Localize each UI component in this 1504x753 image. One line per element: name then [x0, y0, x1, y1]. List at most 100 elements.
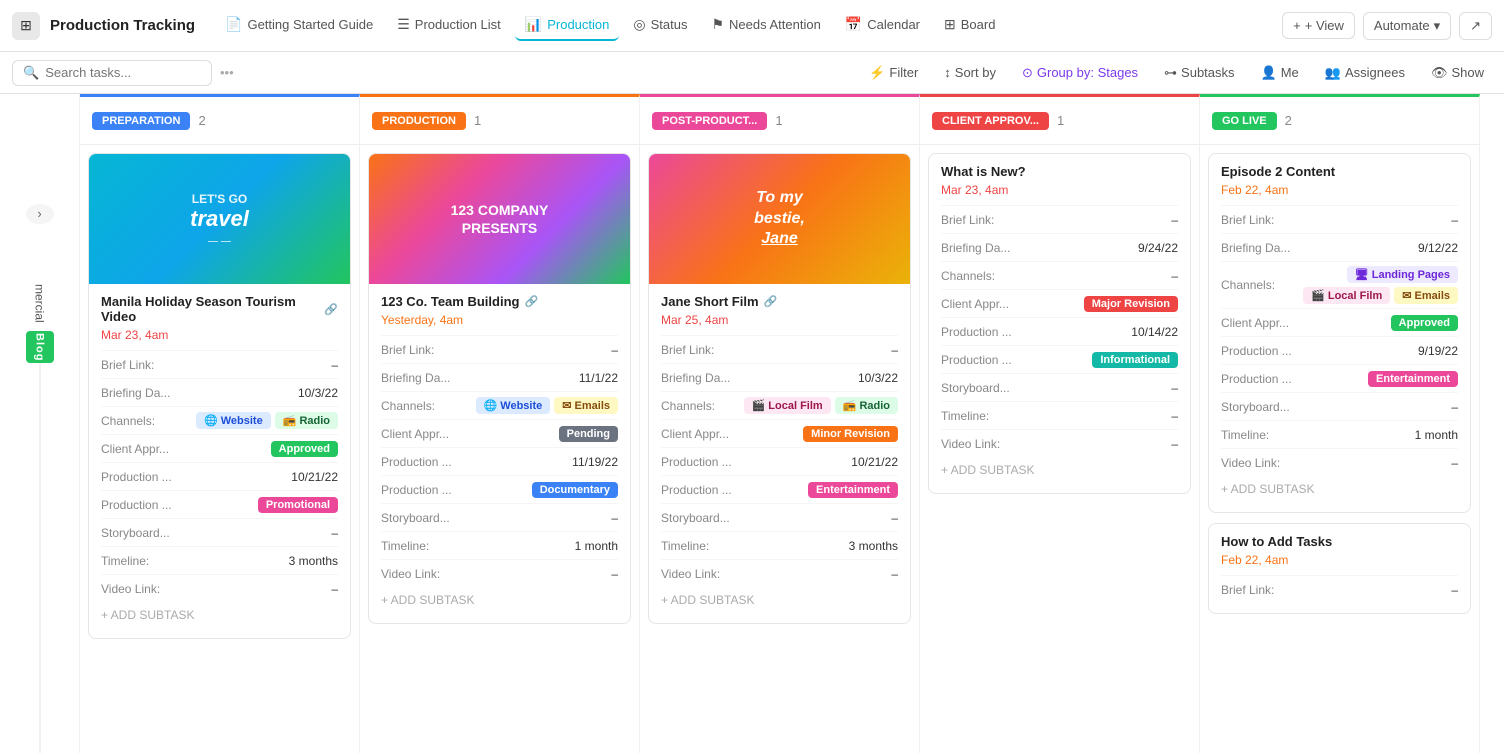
card-body-howtoadd: How to Add Tasks Feb 22, 4am Brief Link:…: [1209, 524, 1470, 613]
ep2-channels: Channels: 🖥 Landing Pages 🎬 Local Film ✉…: [1221, 261, 1458, 308]
me-button[interactable]: 👤 Me: [1253, 61, 1307, 85]
tab-production[interactable]: 📊 Production: [515, 10, 620, 41]
share-button[interactable]: ↗: [1459, 12, 1492, 40]
jane-brief: Brief Link: –: [661, 335, 898, 363]
123co-client: Client Appr... Pending: [381, 419, 618, 447]
card-what-is-new[interactable]: What is New? Mar 23, 4am Brief Link: – B…: [928, 153, 1191, 494]
assignees-button[interactable]: 👥 Assignees: [1317, 61, 1413, 85]
card-body-manila: Manila Holiday Season Tourism Video 🔗 Ma…: [89, 284, 350, 638]
view-button[interactable]: + + View: [1282, 12, 1355, 39]
howtoadd-brief: Brief Link: –: [1221, 575, 1458, 603]
col-production: PRODUCTION 1 123 COMPANYPRESENTS 123 Co.…: [360, 94, 640, 753]
website-tag: 🌐 Website: [196, 412, 271, 429]
toolbar-right: ⚡ Filter ↕ Sort by ⊙ Group by: Stages ⊶ …: [861, 61, 1492, 85]
sort-button[interactable]: ↕ Sort by: [936, 61, 1004, 84]
tab-status[interactable]: ◎ Status: [623, 10, 697, 41]
plus-icon: +: [1293, 18, 1301, 33]
jane-radio-tag: 📻 Radio: [835, 397, 898, 414]
jane-channels: Channels: 🎬 Local Film 📻 Radio: [661, 391, 898, 419]
manila-client-appr: Client Appr... Approved: [101, 434, 338, 462]
episode2-title: Episode 2 Content: [1221, 164, 1458, 179]
tab-board[interactable]: ⊞ Board: [934, 10, 1005, 41]
assignees-icon: 👥: [1325, 65, 1341, 81]
preparation-count: 2: [198, 113, 205, 128]
post-count: 1: [775, 113, 782, 128]
major-revision-tag: Major Revision: [1084, 296, 1178, 312]
filter-button[interactable]: ⚡ Filter: [861, 61, 926, 85]
manila-add-subtask[interactable]: + ADD SUBTASK: [101, 602, 338, 628]
tab-getting-started[interactable]: 📄 Getting Started Guide: [215, 10, 383, 41]
ep2-entertainment-tag: Entertainment: [1368, 371, 1458, 387]
nav-right: + + View Automate ▾ ↗: [1282, 12, 1492, 40]
manila-date: Mar 23, 4am: [101, 328, 338, 342]
col-header-preparation: PREPARATION 2: [80, 97, 359, 145]
ep2-prod-type: Production ... Entertainment: [1221, 364, 1458, 392]
123co-brief: Brief Link: –: [381, 335, 618, 363]
123co-channels: Channels: 🌐 Website ✉ Emails: [381, 391, 618, 419]
app-logo: ⊞: [12, 12, 40, 40]
manila-timeline: Timeline: 3 months: [101, 546, 338, 574]
manila-channels: Channels: 🌐 Website 📻 Radio: [101, 406, 338, 434]
approved-tag: Approved: [271, 441, 338, 457]
card-123co[interactable]: 123 COMPANYPRESENTS 123 Co. Team Buildin…: [368, 153, 631, 624]
123co-email-tag: ✉ Emails: [554, 397, 618, 414]
card-manila[interactable]: LET'S GO travel — — Manila Holiday Seaso…: [88, 153, 351, 639]
card-body-whatisnew: What is New? Mar 23, 4am Brief Link: – B…: [929, 154, 1190, 493]
tab-production-list[interactable]: ☰ Production List: [387, 10, 511, 41]
tab-needs-attention[interactable]: ⚑ Needs Attention: [701, 10, 830, 41]
ep2-brief: Brief Link: –: [1221, 205, 1458, 233]
ep2-email-tag: ✉ Emails: [1394, 287, 1458, 304]
app-title: Production Tracking: [50, 17, 195, 34]
production-count: 1: [474, 113, 481, 128]
col-narrow: › mercial Blog: [0, 94, 80, 753]
automate-button[interactable]: Automate ▾: [1363, 12, 1451, 40]
filter-icon: ⚡: [869, 65, 885, 81]
getting-started-icon: 📄: [225, 16, 242, 33]
win-storyboard: Storyboard... –: [941, 373, 1178, 401]
jane-client: Client Appr... Minor Revision: [661, 419, 898, 447]
group-button[interactable]: ⊙ Group by: Stages: [1014, 61, 1146, 85]
blog-badge: Blog: [26, 331, 54, 363]
tab-calendar[interactable]: 📅 Calendar: [835, 10, 930, 41]
chevron-down-icon: ▾: [1434, 18, 1441, 34]
board-icon: ⊞: [944, 16, 956, 33]
whatisnew-date: Mar 23, 4am: [941, 183, 1178, 197]
card-img-123co: 123 COMPANYPRESENTS: [369, 154, 630, 284]
card-body-episode2: Episode 2 Content Feb 22, 4am Brief Link…: [1209, 154, 1470, 512]
ep2-add-subtask[interactable]: + ADD SUBTASK: [1221, 476, 1458, 502]
subtasks-button[interactable]: ⊶ Subtasks: [1156, 61, 1242, 85]
search-input[interactable]: [45, 65, 195, 80]
show-button[interactable]: 👁 Show: [1423, 61, 1492, 85]
card-jane[interactable]: To mybestie,Jane Jane Short Film 🔗 Mar 2…: [648, 153, 911, 624]
subtasks-icon: ⊶: [1164, 65, 1177, 81]
informational-tag: Informational: [1092, 352, 1178, 368]
123co-title: 123 Co. Team Building 🔗: [381, 294, 618, 309]
partial-label: mercial: [33, 284, 47, 323]
win-client: Client Appr... Major Revision: [941, 289, 1178, 317]
win-add-subtask[interactable]: + ADD SUBTASK: [941, 457, 1178, 483]
card-episode2[interactable]: Episode 2 Content Feb 22, 4am Brief Link…: [1208, 153, 1471, 513]
manila-title: Manila Holiday Season Tourism Video 🔗: [101, 294, 338, 324]
card-body-123co: 123 Co. Team Building 🔗 Yesterday, 4am B…: [369, 284, 630, 623]
status-icon: ◎: [633, 16, 645, 33]
link-icon: 🔗: [324, 303, 338, 316]
123co-add-subtask[interactable]: + ADD SUBTASK: [381, 587, 618, 613]
card-body-jane: Jane Short Film 🔗 Mar 25, 4am Brief Link…: [649, 284, 910, 623]
win-brief: Brief Link: –: [941, 205, 1178, 233]
123co-timeline: Timeline: 1 month: [381, 531, 618, 559]
show-icon: 👁: [1431, 65, 1448, 81]
collapse-arrow[interactable]: ›: [26, 204, 54, 224]
jane-add-subtask[interactable]: + ADD SUBTASK: [661, 587, 898, 613]
card-how-to-add[interactable]: How to Add Tasks Feb 22, 4am Brief Link:…: [1208, 523, 1471, 614]
minor-revision-tag: Minor Revision: [803, 426, 898, 442]
link-icon-jane: 🔗: [764, 295, 778, 308]
jane-storyboard: Storyboard... –: [661, 503, 898, 531]
win-channels: Channels: –: [941, 261, 1178, 289]
post-body: To mybestie,Jane Jane Short Film 🔗 Mar 2…: [640, 145, 919, 753]
manila-production-type: Production ... Promotional: [101, 490, 338, 518]
preparation-badge: PREPARATION: [92, 112, 190, 130]
howtoadd-title: How to Add Tasks: [1221, 534, 1458, 549]
more-options-icon[interactable]: •••: [220, 65, 234, 80]
search-box[interactable]: 🔍: [12, 60, 212, 86]
win-video: Video Link: –: [941, 429, 1178, 457]
